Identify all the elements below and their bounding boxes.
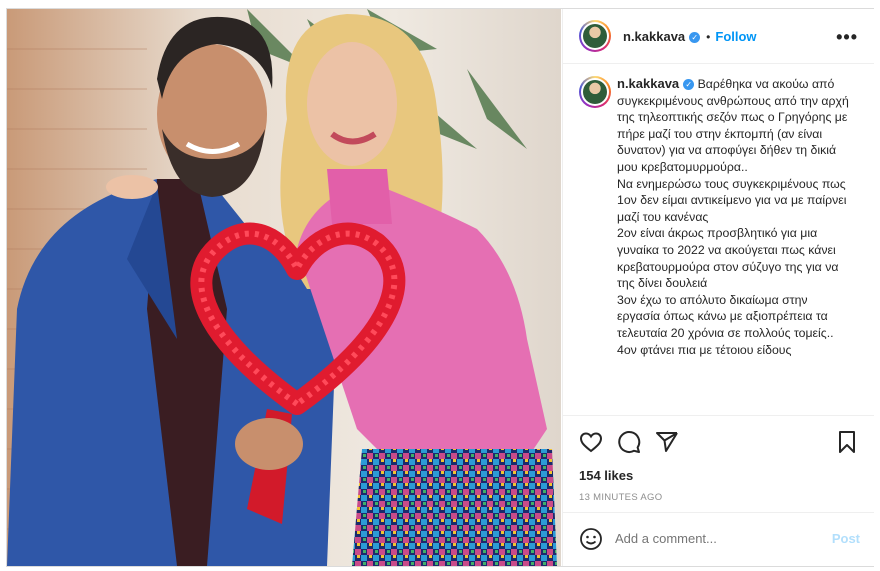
verified-badge-icon: ✓ <box>689 32 701 43</box>
action-bar: 154 likes 13 MINUTES AGO <box>563 415 874 512</box>
post-side-panel: n.kakkava ✓ • Follow ••• n.kakkava ✓ Βαρέθηκ… <box>562 9 874 566</box>
heart-icon[interactable] <box>579 430 603 454</box>
verified-badge-icon: ✓ <box>683 79 695 90</box>
comment-input[interactable] <box>615 531 815 546</box>
caption-username[interactable]: n.kakkava <box>617 76 679 91</box>
caption-body: Βαρέθηκα να ακούω από συγκεκριμένους ανθ… <box>617 77 849 357</box>
emoji-icon[interactable] <box>579 527 603 551</box>
caption-avatar[interactable] <box>579 76 611 108</box>
caption-area: n.kakkava ✓ Βαρέθηκα να ακούω από συγκεκρ… <box>563 64 874 414</box>
comment-icon[interactable] <box>617 430 641 454</box>
header-user: n.kakkava ✓ • Follow <box>623 28 757 46</box>
username-link[interactable]: n.kakkava <box>623 29 685 44</box>
post-timestamp[interactable]: 13 MINUTES AGO <box>579 492 662 503</box>
more-options-icon[interactable]: ••• <box>836 27 858 48</box>
avatar[interactable] <box>579 20 611 52</box>
comment-bar: Post <box>563 512 874 567</box>
bookmark-icon[interactable] <box>835 430 859 454</box>
likes-count[interactable]: 154 likes <box>579 468 633 483</box>
caption-text: n.kakkava ✓ Βαρέθηκα να ακούω από συγκεκρ… <box>617 76 853 358</box>
share-icon[interactable] <box>655 430 679 454</box>
post-photo-illustration <box>7 9 561 566</box>
separator-dot: • <box>706 30 711 44</box>
follow-button[interactable]: Follow <box>715 29 756 44</box>
instagram-post: n.kakkava ✓ • Follow ••• n.kakkava ✓ Βαρέθηκ… <box>6 8 874 567</box>
post-comment-button[interactable]: Post <box>832 531 860 546</box>
post-photo[interactable] <box>7 9 561 566</box>
post-header: n.kakkava ✓ • Follow ••• <box>563 9 874 64</box>
